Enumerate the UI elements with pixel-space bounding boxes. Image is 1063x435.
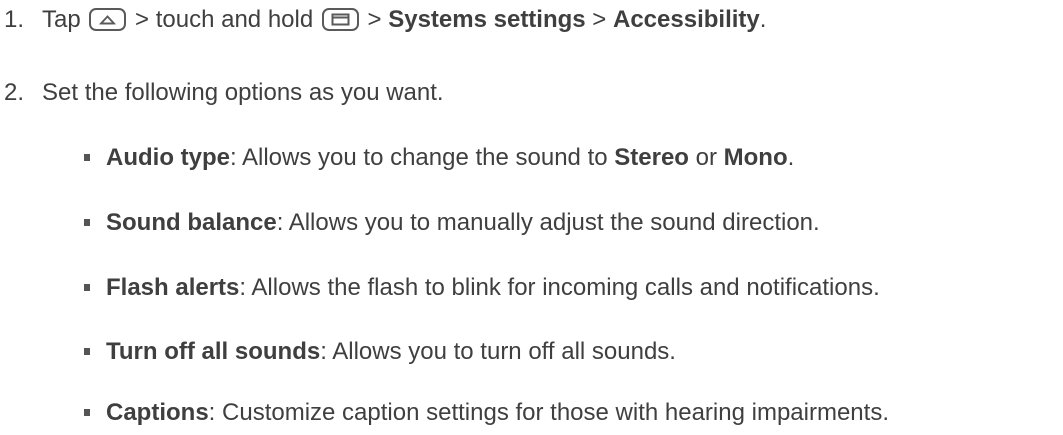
period: . xyxy=(787,144,795,171)
instruction-document: 1. Tap > touch and hold > Systems setting… xyxy=(0,0,1063,435)
step-2: 2. Set the following options as you want. xyxy=(4,78,444,108)
option-term: Turn off all sounds xyxy=(106,338,321,365)
tap-text: Tap xyxy=(42,6,81,33)
bullet-icon xyxy=(84,284,90,291)
separator: > xyxy=(360,6,389,33)
option-description: : Allows you to change the sound to xyxy=(230,144,615,171)
step-number: 2. xyxy=(4,79,25,106)
option-description: : Allows the flash to blink for incoming… xyxy=(239,274,880,301)
option-description: : Allows you to manually adjust the soun… xyxy=(276,209,820,236)
option-description: : Customize caption settings for those w… xyxy=(208,399,889,426)
step-text: Tap > touch and hold > Systems settings … xyxy=(42,5,766,35)
step-1: 1. Tap > touch and hold > Systems setting… xyxy=(4,5,766,35)
step-number: 1. xyxy=(4,6,25,33)
step-text: Set the following options as you want. xyxy=(42,79,444,106)
option-term: Flash alerts xyxy=(106,274,240,301)
or-text: or xyxy=(688,144,724,171)
bullet-icon xyxy=(84,409,90,416)
accessibility-label: Accessibility xyxy=(613,6,760,33)
recent-apps-key-icon xyxy=(321,8,359,31)
option-term: Captions xyxy=(106,399,209,426)
period: . xyxy=(759,6,767,33)
option-term: Audio type xyxy=(106,144,230,171)
option-description: : Allows you to turn off all sounds. xyxy=(320,338,676,365)
mono-label: Mono xyxy=(723,144,788,171)
separator: > xyxy=(585,6,613,33)
separator: > touch and hold xyxy=(128,6,320,33)
bullet-icon xyxy=(84,219,90,226)
option-term: Sound balance xyxy=(106,209,277,236)
bullet-icon xyxy=(84,154,90,161)
home-key-icon xyxy=(89,8,127,31)
stereo-label: Stereo xyxy=(614,144,689,171)
bullet-icon xyxy=(84,348,90,355)
systems-settings-label: Systems settings xyxy=(388,6,586,33)
